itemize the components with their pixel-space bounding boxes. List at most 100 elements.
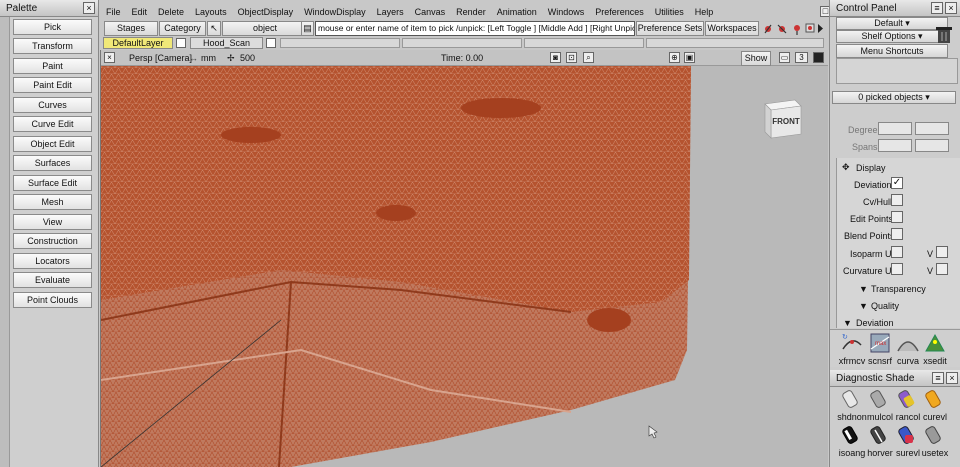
mulcol-icon[interactable]: [868, 388, 892, 412]
menu-edit[interactable]: Edit: [132, 7, 148, 17]
degree-field-2[interactable]: [915, 122, 949, 135]
deviation-checkbox[interactable]: ✓: [891, 177, 903, 189]
tab-menu-shortcuts[interactable]: Menu Shortcuts: [836, 44, 948, 58]
palette-evaluate-button[interactable]: Evaluate: [13, 272, 92, 288]
layer-default-visibility-checkbox[interactable]: [176, 38, 186, 48]
blend-points-checkbox[interactable]: [891, 228, 903, 240]
palette-mesh-button[interactable]: Mesh: [13, 194, 92, 210]
close-icon[interactable]: ×: [945, 2, 957, 14]
isoparm-v-checkbox[interactable]: [936, 246, 948, 258]
horver-icon[interactable]: [868, 424, 892, 448]
menu-preferences[interactable]: Preferences: [595, 7, 644, 17]
layer-hood-scan-visibility-checkbox[interactable]: [266, 38, 276, 48]
trash-icon[interactable]: [934, 24, 954, 44]
usetex-icon[interactable]: [923, 424, 947, 448]
cv-hull-checkbox[interactable]: [891, 194, 903, 206]
palette-curve-edit-button[interactable]: Curve Edit: [13, 116, 92, 132]
menu-canvas[interactable]: Canvas: [415, 7, 446, 17]
isoang-icon[interactable]: [840, 424, 864, 448]
shelf-set-dropdown[interactable]: Default ▾: [836, 17, 948, 30]
rancol-icon[interactable]: [896, 388, 920, 412]
xsedit-icon[interactable]: [923, 331, 947, 355]
close-icon[interactable]: ×: [946, 372, 958, 384]
view-number-badge[interactable]: 3: [795, 52, 808, 63]
palette-view-button[interactable]: View: [13, 214, 92, 230]
display-section-icon[interactable]: ✥: [842, 162, 850, 173]
palette-transform-button[interactable]: Transform: [13, 38, 92, 54]
camera-icon[interactable]: ◙: [550, 52, 561, 63]
pick-prompt-field[interactable]: mouse or enter name of item to pick /unp…: [315, 21, 635, 36]
isoparm-u-checkbox[interactable]: [891, 246, 903, 258]
expand-deviation-icon[interactable]: ▼: [843, 318, 852, 328]
menu-windows[interactable]: Windows: [548, 7, 585, 17]
navigate-icon[interactable]: ⊕: [669, 52, 680, 63]
expand-quality-icon[interactable]: ▼: [859, 301, 868, 311]
camera-label[interactable]: Persp [Camera]: [129, 53, 192, 63]
menu-objectdisplay[interactable]: ObjectDisplay: [238, 7, 294, 17]
spans-field[interactable]: [878, 139, 912, 152]
palette-paint-edit-button[interactable]: Paint Edit: [13, 77, 92, 93]
quality-label[interactable]: Quality: [871, 301, 899, 311]
menu-icon[interactable]: ≡: [931, 2, 943, 14]
pick-cursor-icon[interactable]: ↖: [207, 21, 221, 36]
surevl-icon[interactable]: [896, 424, 920, 448]
pick-mode-button[interactable]: object: [222, 21, 308, 36]
expand-transparency-icon[interactable]: ▼: [859, 284, 868, 294]
picked-objects-dropdown[interactable]: 0 picked objects ▾: [832, 91, 956, 104]
palette-pick-button[interactable]: Pick: [13, 19, 92, 35]
spans-field-2[interactable]: [915, 139, 949, 152]
show-button[interactable]: Show: [741, 51, 771, 66]
workspaces-button[interactable]: Workspaces: [705, 21, 759, 36]
menu-utilities[interactable]: Utilities: [655, 7, 684, 17]
search-icon[interactable]: ⌕: [583, 52, 594, 63]
menu-delete[interactable]: Delete: [158, 7, 184, 17]
menu-layouts[interactable]: Layouts: [195, 7, 227, 17]
mesh-scan-scene[interactable]: [101, 50, 828, 467]
menu-animation[interactable]: Animation: [497, 7, 537, 17]
category-button[interactable]: Category: [159, 21, 206, 36]
layer-hood-scan[interactable]: Hood_Scan: [190, 37, 263, 49]
palette-paint-button[interactable]: Paint: [13, 58, 92, 74]
palette-point-clouds-button[interactable]: Point Clouds: [13, 292, 92, 308]
display-section-title[interactable]: Display: [856, 163, 886, 173]
shelf-options-dropdown[interactable]: Shelf Options ▾: [836, 30, 948, 43]
menu-layers[interactable]: Layers: [377, 7, 404, 17]
viewport-close-icon[interactable]: ×: [104, 52, 115, 63]
degree-field[interactable]: [878, 122, 912, 135]
menu-render[interactable]: Render: [456, 7, 486, 17]
layer-default[interactable]: DefaultLayer: [103, 37, 173, 49]
curvature-u-checkbox[interactable]: [891, 263, 903, 275]
menu-help[interactable]: Help: [695, 7, 714, 17]
curevl-icon[interactable]: [923, 388, 947, 412]
menu-icon[interactable]: ≡: [932, 372, 944, 384]
pick-tools-icons[interactable]: [762, 21, 824, 36]
deviation-section-title[interactable]: Deviation: [856, 318, 894, 328]
frame-icon[interactable]: ▣: [684, 52, 695, 63]
curvature-v-checkbox[interactable]: [936, 263, 948, 275]
view-cube[interactable]: FRONT: [757, 94, 803, 140]
palette-object-edit-button[interactable]: Object Edit: [13, 136, 92, 152]
zoom-icon[interactable]: ⊡: [566, 52, 577, 63]
palette-curves-button[interactable]: Curves: [13, 97, 92, 113]
edit-points-checkbox[interactable]: [891, 211, 903, 223]
palette-surfaces-button[interactable]: Surfaces: [13, 155, 92, 171]
maximize-view-icon[interactable]: [813, 52, 824, 63]
menu-windowdisplay[interactable]: WindowDisplay: [304, 7, 366, 17]
close-icon[interactable]: ×: [83, 2, 95, 14]
shdnon-icon[interactable]: [840, 388, 864, 412]
curva-icon[interactable]: [896, 331, 920, 355]
view-layout-icon[interactable]: ▭: [779, 52, 790, 63]
preference-sets-button[interactable]: Preference Sets: [636, 21, 704, 36]
stages-button[interactable]: Stages: [104, 21, 158, 36]
prompt-toggle-icon[interactable]: ▤: [301, 21, 314, 36]
svg-text:max: max: [875, 341, 886, 347]
xfrmcv-icon[interactable]: ↻: [840, 331, 864, 355]
palette-scroll-strip[interactable]: [0, 17, 10, 467]
scnsrf-icon[interactable]: max: [868, 331, 892, 355]
palette-surface-edit-button[interactable]: Surface Edit: [13, 175, 92, 191]
menu-file[interactable]: File: [106, 7, 121, 17]
transparency-label[interactable]: Transparency: [871, 284, 926, 294]
palette-locators-button[interactable]: Locators: [13, 253, 92, 269]
perspective-viewport[interactable]: × Persp [Camera] ↔ mm ✢ 500 Time: 0.00 ◙…: [100, 50, 828, 467]
palette-construction-button[interactable]: Construction: [13, 233, 92, 249]
